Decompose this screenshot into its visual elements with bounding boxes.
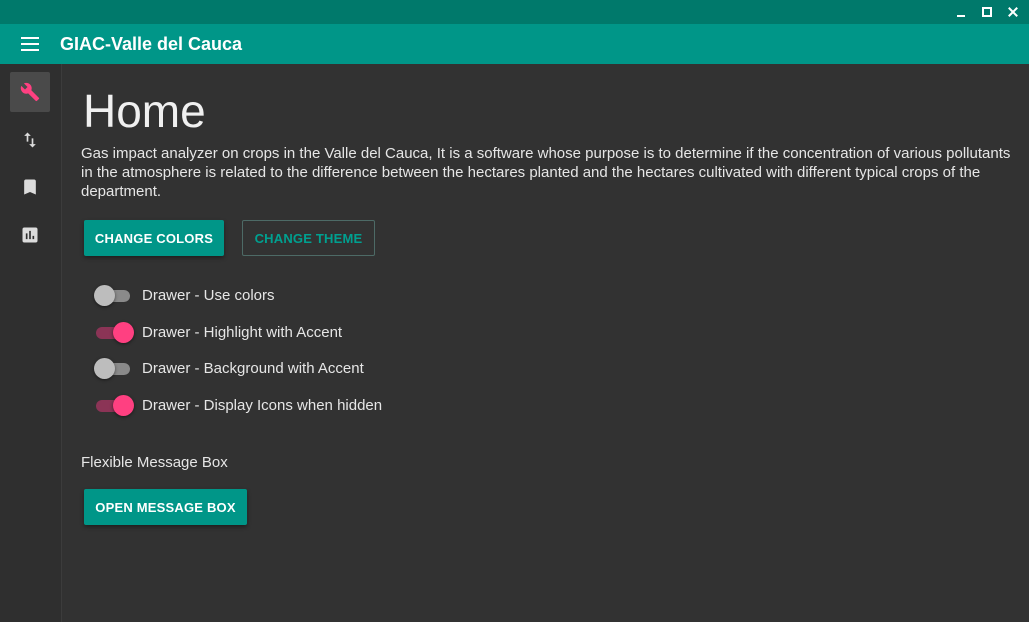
toggle-label: Drawer - Background with Accent [142, 359, 364, 377]
background-accent-switch[interactable] [94, 356, 136, 380]
toggle-label: Drawer - Use colors [142, 286, 275, 304]
window-controls [953, 0, 1021, 24]
page-title: Home [83, 85, 206, 137]
chart-icon [22, 227, 38, 243]
navigation-drawer [0, 64, 62, 622]
toggle-use-colors: Drawer - Use colors [94, 283, 275, 307]
minimize-icon[interactable] [953, 4, 969, 20]
swap-vertical-icon [24, 132, 36, 148]
wrench-icon [20, 82, 40, 102]
sidebar-item-transfer[interactable] [10, 120, 50, 160]
bookmark-icon [24, 179, 36, 195]
display-icons-switch[interactable] [94, 393, 136, 417]
maximize-icon[interactable] [979, 4, 995, 20]
open-message-box-button[interactable]: OPEN MESSAGE BOX [84, 489, 247, 525]
toggle-background-accent: Drawer - Background with Accent [94, 356, 364, 380]
message-box-section-label: Flexible Message Box [81, 454, 228, 471]
sidebar-item-bookmarks[interactable] [10, 167, 50, 207]
use-colors-switch[interactable] [94, 283, 136, 307]
change-theme-button[interactable]: CHANGE THEME [242, 220, 375, 256]
toggle-label: Drawer - Display Icons when hidden [142, 396, 383, 414]
app-bar: GIAC-Valle del Cauca [0, 24, 1029, 64]
app-title: GIAC-Valle del Cauca [60, 33, 243, 54]
close-icon[interactable] [1005, 4, 1021, 20]
home-page: Home Gas impact analyzer on crops in the… [62, 64, 1029, 622]
app-description: Gas impact analyzer on crops in the Vall… [81, 145, 1011, 200]
sidebar-item-settings[interactable] [10, 72, 50, 112]
toggle-display-icons: Drawer - Display Icons when hidden [94, 393, 382, 417]
sidebar-item-charts[interactable] [10, 215, 50, 255]
toggle-label: Drawer - Highlight with Accent [142, 323, 343, 341]
highlight-accent-switch[interactable] [94, 320, 136, 344]
hamburger-menu-icon[interactable] [21, 37, 39, 51]
change-colors-button[interactable]: CHANGE COLORS [84, 220, 224, 256]
toggle-highlight-accent: Drawer - Highlight with Accent [94, 320, 342, 344]
window-titlebar [0, 0, 1029, 24]
